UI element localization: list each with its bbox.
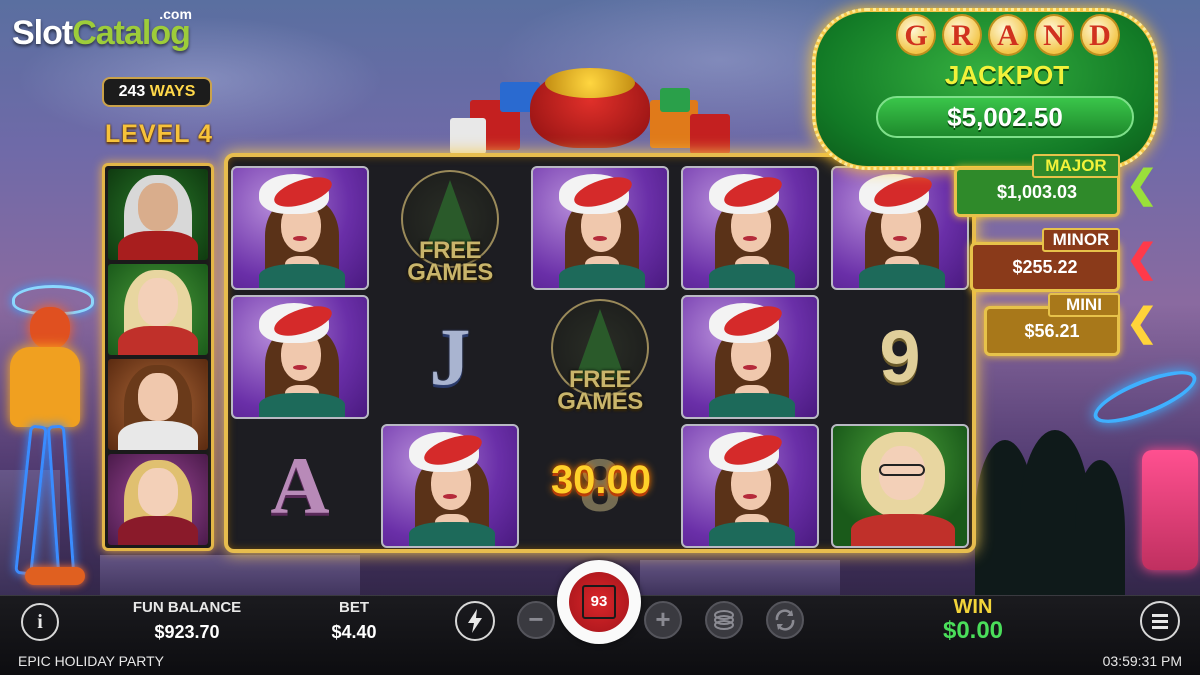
autoplay-count: 93 <box>582 585 616 619</box>
win-value: $0.00 <box>942 617 1004 644</box>
grand-jackpot-value: $5,002.50 <box>876 96 1134 138</box>
major-jackpot-label: MAJOR <box>1032 154 1120 178</box>
lightning-icon <box>468 609 482 633</box>
symbol-j: J <box>429 311 471 402</box>
symbol-lady <box>681 295 819 419</box>
menu-icon <box>1152 614 1168 629</box>
symbol-9: 9 <box>879 315 921 398</box>
brunette-hat-portrait <box>108 359 208 450</box>
neon-ufo-sign <box>1087 340 1200 570</box>
info-button[interactable]: i <box>21 603 59 641</box>
ways-badge: 243 WAYS <box>102 77 212 107</box>
character-level-panel <box>102 163 214 551</box>
minor-jackpot-label: MINOR <box>1042 228 1120 252</box>
slotcatalog-logo: SlotCatalog .com <box>12 6 192 52</box>
fun-balance-label: FUN BALANCE <box>132 599 242 616</box>
bet-label: BET <box>339 599 369 616</box>
coin-value-button[interactable] <box>705 601 743 639</box>
symbol-lady <box>681 166 819 290</box>
palm-tree <box>1075 460 1125 600</box>
santa-portrait <box>108 169 208 260</box>
game-title: EPIC HOLIDAY PARTY <box>18 653 165 669</box>
autoplay-button[interactable] <box>766 601 804 639</box>
symbol-lady <box>531 166 669 290</box>
symbol-lady <box>681 424 819 548</box>
menu-button[interactable] <box>1140 601 1180 641</box>
symbol-a: A <box>270 440 330 531</box>
spin-button[interactable]: 93 <box>557 560 641 644</box>
symbol-lady <box>231 295 369 419</box>
fun-balance-value: $923.70 <box>154 622 220 642</box>
spin-core: 93 <box>569 572 629 632</box>
mini-arrow-icon: ❮ <box>1126 302 1158 344</box>
bet-decrease-button[interactable]: − <box>517 601 555 639</box>
win-label: WIN <box>953 596 993 618</box>
symbol-blonde-glasses <box>831 424 969 548</box>
level-label: LEVEL 4 <box>105 120 213 148</box>
mini-jackpot-label: MINI <box>1048 293 1120 317</box>
symbol-lady <box>831 166 969 290</box>
ways-number: 243 <box>118 83 146 100</box>
symbol-lady <box>231 166 369 290</box>
grand-title: G R A N D <box>892 14 1122 58</box>
symbol-lady <box>381 424 519 548</box>
minor-arrow-icon: ❮ <box>1126 238 1158 280</box>
neon-cowboy-sign <box>0 285 110 595</box>
turbo-button[interactable] <box>455 601 495 641</box>
bet-increase-button[interactable]: + <box>644 601 682 639</box>
line-win-amount: 30.00 <box>550 458 652 502</box>
background-building <box>640 560 840 600</box>
coins-icon <box>714 610 734 630</box>
blonde-glasses-portrait <box>108 264 208 355</box>
grand-jackpot-label: JACKPOT <box>944 60 1070 90</box>
autoplay-icon <box>775 609 795 631</box>
blonde-portrait <box>108 454 208 545</box>
game-scene: SlotCatalog .com 243 WAYS LEVEL 4 FREE G… <box>0 0 1200 675</box>
major-arrow-icon: ❮ <box>1126 164 1158 206</box>
gift-bag-decoration <box>430 60 770 160</box>
symbol-free-games: FREE GAMES <box>381 166 519 290</box>
symbol-free-games: FREE GAMES <box>531 295 669 419</box>
bet-value: $4.40 <box>331 622 377 642</box>
clock: 03:59:31 PM <box>1102 653 1182 669</box>
ways-word: WAYS <box>149 83 196 100</box>
